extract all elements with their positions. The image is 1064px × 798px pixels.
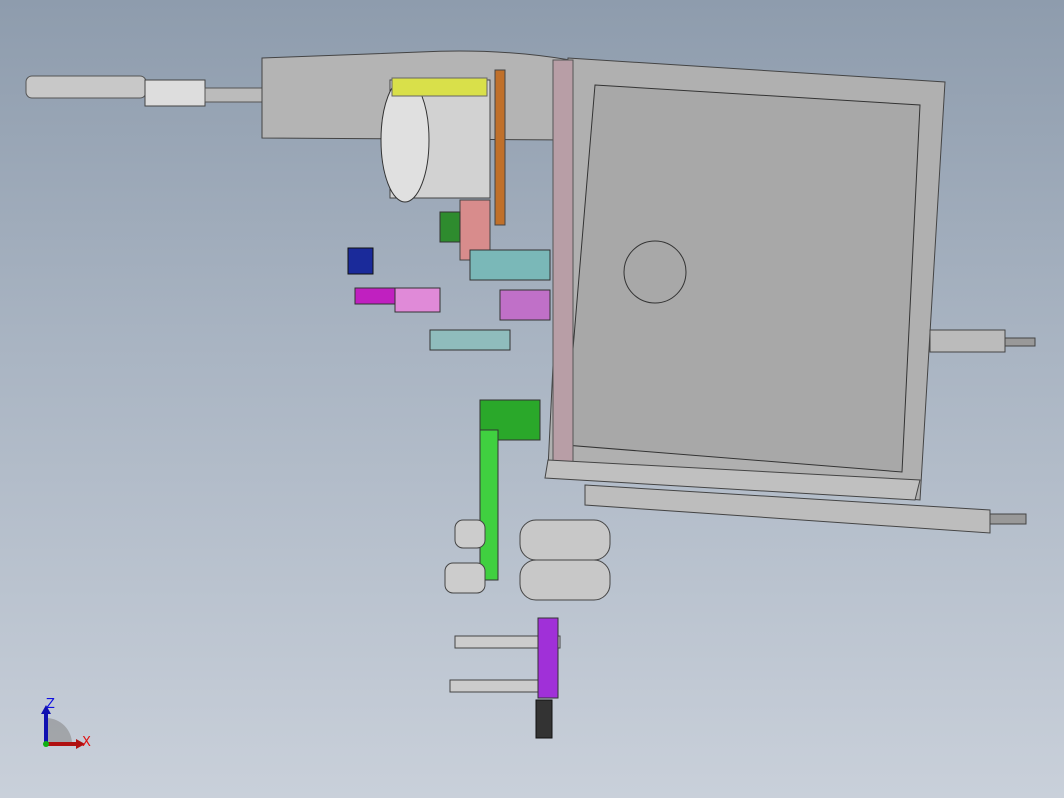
axis-triad: Z X: [36, 696, 96, 756]
left-shaft: [25, 75, 266, 107]
main-frame: [544, 57, 946, 501]
motor-cylinder: [380, 77, 491, 203]
machine-assembly-model[interactable]: [0, 0, 1064, 798]
cad-graphics-viewport[interactable]: Z X: [0, 0, 1064, 798]
x-axis-label: X: [82, 735, 91, 750]
z-axis-label: Z: [46, 697, 55, 712]
